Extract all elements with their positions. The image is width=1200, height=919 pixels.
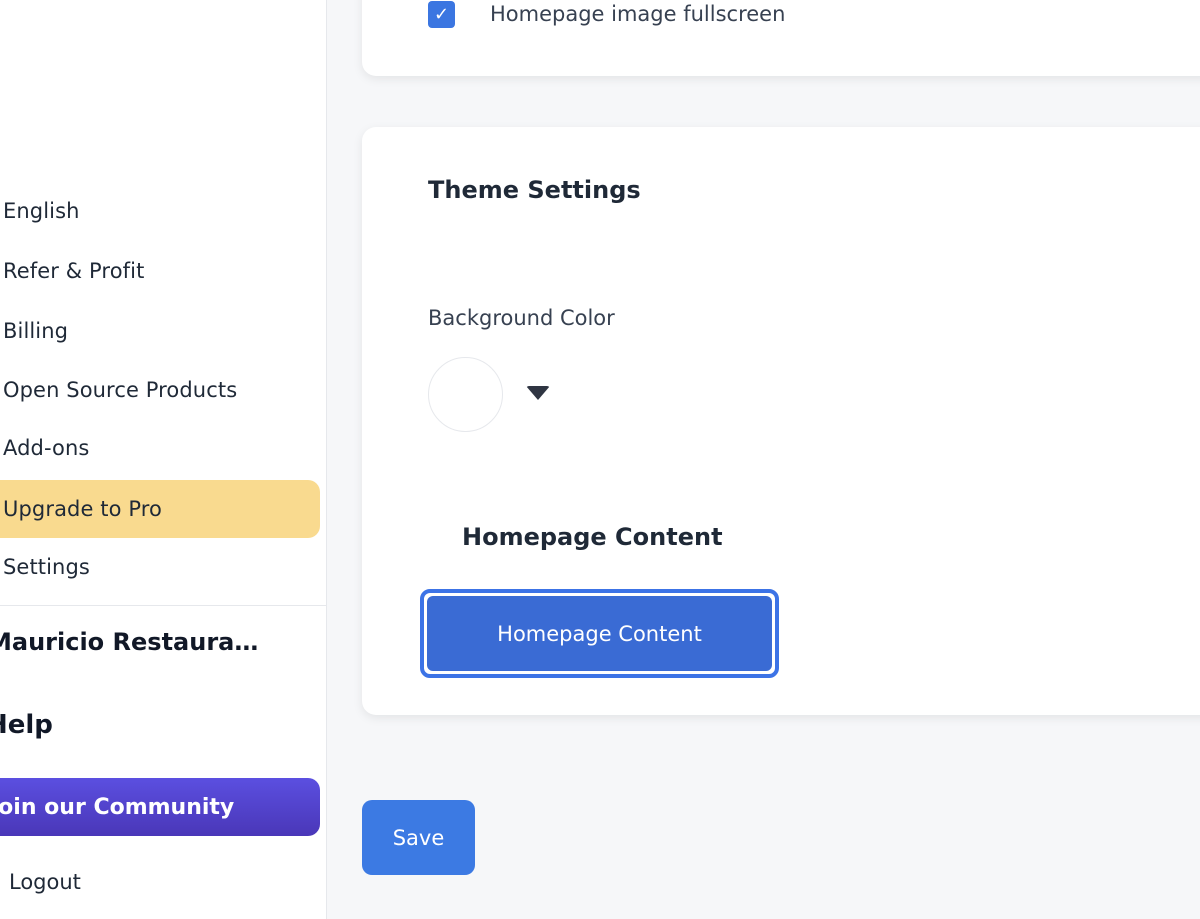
- sidebar-divider: [0, 605, 326, 606]
- background-color-label: Background Color: [428, 306, 615, 330]
- join-community-label: Join our Community: [0, 794, 235, 820]
- checkmark-icon: ✓: [433, 3, 450, 25]
- homepage-fullscreen-option[interactable]: ✓ Homepage image fullscreen: [428, 0, 785, 28]
- theme-settings-title: Theme Settings: [428, 176, 641, 204]
- sidebar-item-refer-profit[interactable]: Refer & Profit: [0, 251, 320, 291]
- homepage-fullscreen-label: Homepage image fullscreen: [490, 2, 786, 26]
- workspace-name[interactable]: Mauricio Restaura…: [0, 628, 258, 656]
- sidebar-item-settings[interactable]: Settings: [0, 547, 320, 587]
- homepage-fullscreen-checkbox[interactable]: ✓: [428, 0, 455, 28]
- sidebar-item-billing[interactable]: Billing: [0, 311, 320, 351]
- sidebar-item-label: Open Source Products: [3, 378, 238, 402]
- sidebar-item-label: English: [3, 199, 80, 223]
- background-color-swatch[interactable]: [428, 357, 503, 432]
- sidebar-item-english[interactable]: English: [0, 191, 320, 231]
- sidebar-item-add-ons[interactable]: Add-ons: [0, 428, 320, 468]
- chevron-down-icon[interactable]: [526, 386, 550, 400]
- app-root: English Refer & Profit Billing Open Sour…: [0, 0, 1200, 919]
- sidebar-item-label: Billing: [3, 319, 69, 343]
- homepage-content-button[interactable]: Homepage Content: [427, 596, 772, 671]
- save-button-label: Save: [392, 825, 445, 850]
- sidebar-item-upgrade-to-pro[interactable]: Upgrade to Pro: [0, 480, 320, 538]
- logout-label: Logout: [9, 870, 81, 894]
- join-community-button[interactable]: Join our Community: [0, 778, 320, 836]
- homepage-content-button-focus-ring: Homepage Content: [420, 589, 779, 678]
- save-button[interactable]: Save: [362, 800, 475, 875]
- sidebar-item-label: Settings: [3, 555, 90, 579]
- sidebar: English Refer & Profit Billing Open Sour…: [0, 0, 327, 919]
- sidebar-item-label: Add-ons: [3, 436, 90, 460]
- homepage-content-button-label: Homepage Content: [497, 621, 702, 646]
- sidebar-item-label: Refer & Profit: [3, 259, 145, 283]
- help-heading: Help: [0, 710, 53, 740]
- logout-button[interactable]: Logout: [0, 862, 81, 902]
- sidebar-item-label: Upgrade to Pro: [3, 497, 162, 521]
- homepage-content-title: Homepage Content: [462, 523, 723, 551]
- sidebar-item-open-source-products[interactable]: Open Source Products: [0, 370, 320, 410]
